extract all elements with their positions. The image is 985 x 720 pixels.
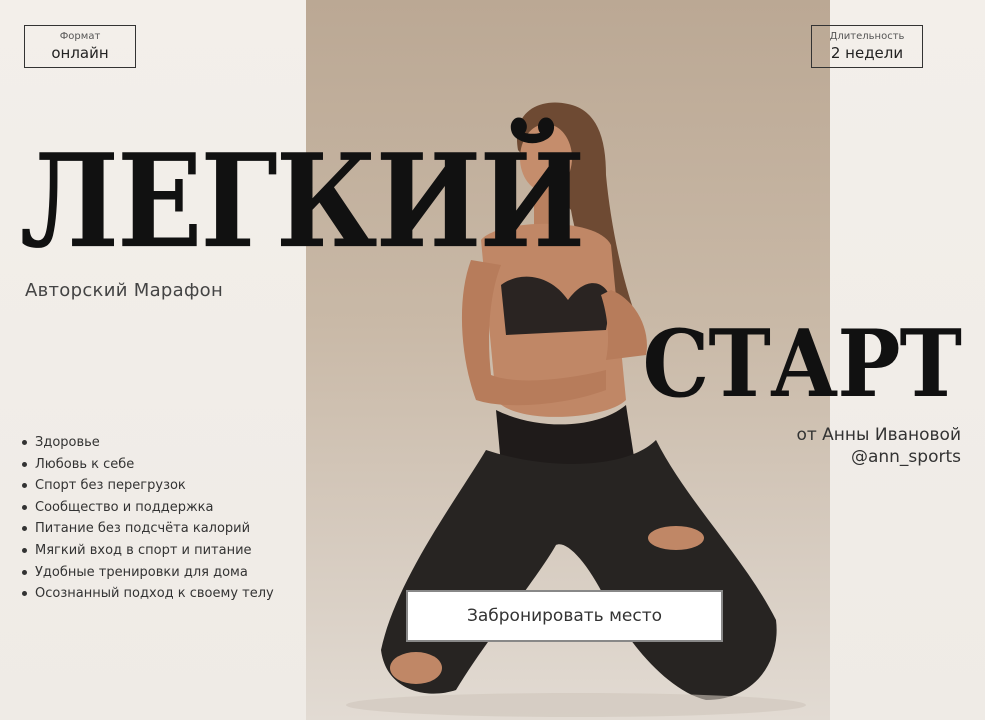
feature-item: Мягкий вход в спорт и питание [22, 540, 274, 562]
subtitle: Авторский Марафон [25, 280, 224, 301]
feature-item: Питание без подсчёта калорий [22, 518, 274, 540]
feature-item: Сообщество и поддержка [22, 497, 274, 519]
feature-item: Спорт без перегрузок [22, 475, 274, 497]
feature-list: Здоровье Любовь к себе Спорт без перегру… [22, 432, 274, 605]
duration-box: Длительность 2 недели [811, 25, 923, 68]
book-place-button[interactable]: Забронировать место [406, 590, 723, 642]
author-handle: @ann_sports [850, 447, 961, 467]
feature-item: Удобные тренировки для дома [22, 562, 274, 584]
duration-value: 2 недели [830, 44, 904, 62]
author-name: от Анны Ивановой [796, 425, 961, 445]
author-block: от Анны Ивановой @ann_sports [796, 424, 961, 468]
title-line-1: ЛЕГКИЙ [20, 126, 585, 278]
feature-item: Осознанный подход к своему телу [22, 583, 274, 605]
duration-label: Длительность [829, 31, 905, 42]
feature-item: Любовь к себе [22, 454, 274, 476]
format-box: Формат онлайн [24, 25, 136, 68]
format-label: Формат [59, 31, 101, 42]
feature-item: Здоровье [22, 432, 274, 454]
format-value: онлайн [51, 44, 109, 62]
title-line-2: СТАРТ [642, 309, 962, 419]
